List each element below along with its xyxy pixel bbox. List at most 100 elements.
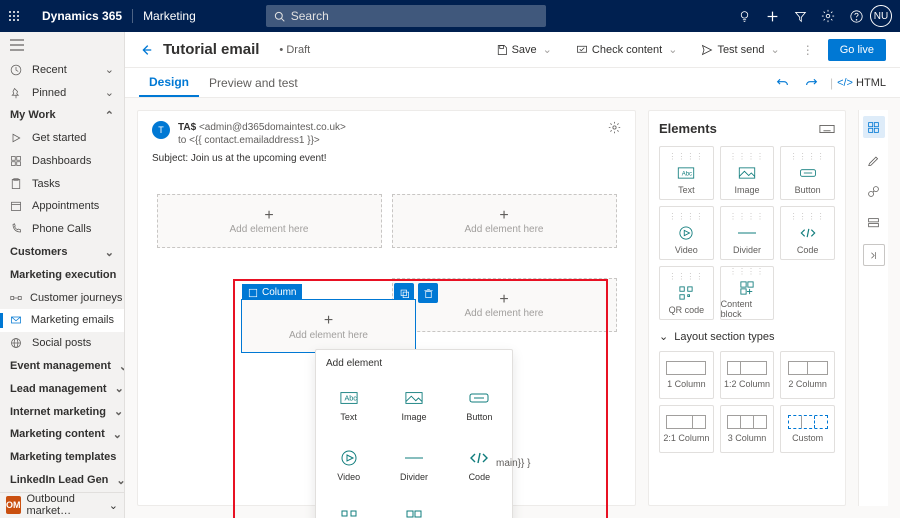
nav-recent[interactable]: Recent⌄ <box>0 58 124 81</box>
html-toggle[interactable]: </> HTML <box>837 77 886 89</box>
sender-avatar: T <box>152 121 170 139</box>
nav-group-content[interactable]: Marketing content⌄ <box>0 423 124 446</box>
toolbox-content-block[interactable]: ⋮⋮⋮⋮Content block <box>720 266 775 320</box>
global-search[interactable]: Search <box>266 5 546 27</box>
nav-get-started[interactable]: Get started <box>0 127 124 150</box>
plus-icon: + <box>499 208 508 224</box>
app-launcher-icon[interactable] <box>8 10 32 22</box>
popup-item-divider[interactable]: Divider <box>381 435 446 495</box>
layout-1col[interactable]: 1 Column <box>659 351 714 399</box>
popup-item-image[interactable]: Image <box>381 375 446 435</box>
brand-label[interactable]: Dynamics 365 <box>32 9 132 23</box>
chevron-down-icon[interactable]: ⌄ <box>541 43 554 56</box>
more-icon[interactable]: ⋮ <box>798 43 818 57</box>
nav-group-internet[interactable]: Internet marketing⌄ <box>0 400 124 423</box>
calendar-icon <box>10 200 24 212</box>
toolbox-button[interactable]: ⋮⋮⋮⋮Button <box>780 146 835 200</box>
nav-collapse-icon[interactable] <box>0 32 124 58</box>
layout-2col[interactable]: 2 Column <box>780 351 835 399</box>
layout-custom[interactable]: Custom <box>780 405 835 453</box>
rail-elements-icon[interactable] <box>863 116 885 138</box>
crop-fragment: main}} } <box>496 458 530 469</box>
toolbox-qrcode[interactable]: ⋮⋮⋮⋮QR code <box>659 266 714 320</box>
go-live-button[interactable]: Go live <box>828 39 886 61</box>
undo-icon[interactable] <box>768 76 797 89</box>
nav-phone-calls[interactable]: Phone Calls <box>0 218 124 241</box>
test-send-button[interactable]: Test send⌄ <box>695 43 787 56</box>
nav-group-templates[interactable]: Marketing templates⌄ <box>0 446 124 469</box>
check-content-button[interactable]: Check content⌄ <box>570 43 686 56</box>
layout-12col[interactable]: 1:2 Column <box>720 351 775 399</box>
chevron-down-icon[interactable]: ⌄ <box>769 43 782 56</box>
image-icon <box>402 388 426 408</box>
site-nav: Recent⌄ Pinned⌄ My Work⌃ Get started Das… <box>0 32 125 518</box>
toolbox-text[interactable]: ⋮⋮⋮⋮AbcText <box>659 146 714 200</box>
toolbox-code[interactable]: ⋮⋮⋮⋮Code <box>780 206 835 260</box>
nav-tasks[interactable]: Tasks <box>0 172 124 195</box>
clipboard-icon <box>10 178 24 190</box>
plus-icon[interactable] <box>758 2 786 30</box>
code-icon <box>467 448 491 468</box>
page-header: Tutorial email • Draft Save⌄ Check conte… <box>125 32 900 68</box>
tab-preview[interactable]: Preview and test <box>199 68 308 97</box>
popup-item-qrcode[interactable]: QR code <box>316 495 381 518</box>
rail-link-icon[interactable] <box>863 180 885 202</box>
settings-icon[interactable] <box>814 2 842 30</box>
dropzone[interactable]: +Add element here <box>157 194 382 248</box>
popup-item-text[interactable]: AbcText <box>316 375 381 435</box>
globe-icon <box>10 337 24 349</box>
layout-3col[interactable]: 3 Column <box>720 405 775 453</box>
nav-pinned[interactable]: Pinned⌄ <box>0 81 124 104</box>
nav-group-marketing-exec[interactable]: Marketing execution⌃ <box>0 263 124 286</box>
delete-icon[interactable] <box>418 283 438 303</box>
subject-row[interactable]: Subject: Join us at the upcoming event! <box>152 153 621 164</box>
global-nav: Dynamics 365 Marketing Search NU <box>0 0 900 32</box>
product-label[interactable]: Marketing <box>132 9 206 23</box>
dropzone[interactable]: +Add element here <box>392 194 617 248</box>
chevron-down-icon: ⌄ <box>105 86 114 99</box>
rail-styles-icon[interactable] <box>863 148 885 170</box>
nav-appointments[interactable]: Appointments <box>0 195 124 218</box>
phone-icon <box>10 223 24 235</box>
nav-marketing-emails[interactable]: Marketing emails <box>0 309 124 332</box>
chevron-down-icon[interactable]: ⌄ <box>666 43 679 56</box>
nav-group-customers[interactable]: Customers⌄ <box>0 241 124 264</box>
nav-dashboards[interactable]: Dashboards <box>0 150 124 173</box>
back-icon[interactable] <box>139 43 153 57</box>
nav-social-posts[interactable]: Social posts <box>0 332 124 355</box>
elements-title: Elements <box>659 121 717 136</box>
selected-dropzone[interactable]: +Add element here <box>241 299 416 353</box>
rail-collapse-icon[interactable] <box>863 244 885 266</box>
keyboard-icon[interactable] <box>819 124 835 134</box>
toolbox-video[interactable]: ⋮⋮⋮⋮Video <box>659 206 714 260</box>
rail-layers-icon[interactable] <box>863 212 885 234</box>
area-label: Outbound market… <box>27 493 103 517</box>
toolbox-divider[interactable]: ⋮⋮⋮⋮Divider <box>720 206 775 260</box>
popup-item-content-block[interactable]: Content block <box>381 495 446 518</box>
layout-21col[interactable]: 2:1 Column <box>659 405 714 453</box>
nav-customer-journeys[interactable]: Customer journeys <box>0 286 124 309</box>
popup-item-button[interactable]: Button <box>447 375 512 435</box>
popup-item-video[interactable]: Video <box>316 435 381 495</box>
nav-group-mywork[interactable]: My Work⌃ <box>0 104 124 127</box>
tab-design[interactable]: Design <box>139 68 199 97</box>
area-switcher[interactable]: OM Outbound market… ⌄ <box>0 492 124 518</box>
nav-group-event[interactable]: Event management⌄ <box>0 355 124 378</box>
save-button[interactable]: Save⌄ <box>490 43 560 56</box>
text-icon: Abc <box>677 165 695 181</box>
text-icon: Abc <box>337 388 361 408</box>
user-avatar[interactable]: NU <box>870 5 892 27</box>
nav-group-linkedin[interactable]: LinkedIn Lead Gen⌄ <box>0 469 124 492</box>
nav-group-lead[interactable]: Lead management⌄ <box>0 377 124 400</box>
help-icon[interactable] <box>842 2 870 30</box>
lightbulb-icon[interactable] <box>730 2 758 30</box>
filter-icon[interactable] <box>786 2 814 30</box>
add-element-popup: Add element AbcText Image Button Video D… <box>315 349 513 518</box>
popup-title: Add element <box>316 358 512 375</box>
chevron-down-icon: ⌄ <box>113 428 122 441</box>
layout-section-header[interactable]: ⌄Layout section types <box>659 330 835 343</box>
video-icon <box>679 225 693 241</box>
canvas-settings-icon[interactable] <box>608 121 621 134</box>
redo-icon[interactable] <box>797 76 826 89</box>
toolbox-image[interactable]: ⋮⋮⋮⋮Image <box>720 146 775 200</box>
